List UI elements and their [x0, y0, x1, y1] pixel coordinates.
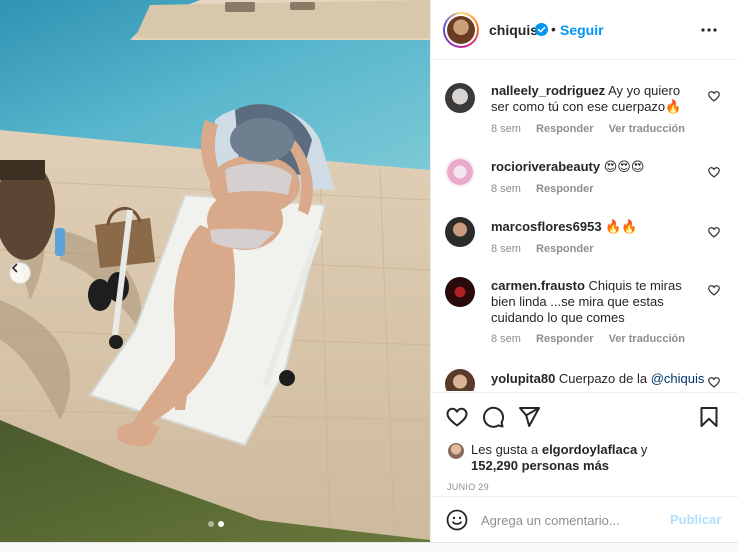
add-comment-bar: Publicar	[431, 496, 738, 542]
more-horizontal-icon[interactable]	[697, 18, 721, 42]
likes-user[interactable]: elgordoylaflaca	[542, 442, 637, 457]
reply-button[interactable]: Responder	[536, 243, 593, 255]
instagram-post-dialog: chiquis • Seguir nalleely_rodriguez Ay y…	[0, 0, 738, 552]
likes-section: Les gusta a elgordoylaflaca y 152,290 pe…	[431, 438, 738, 478]
likes-text: Les gusta a elgordoylaflaca y 152,290 pe…	[471, 442, 711, 474]
comment-meta: 8 sem Responder	[491, 243, 606, 255]
comment-mention[interactable]: @chiquis	[651, 371, 705, 386]
comment-username[interactable]: nalleely_rodriguez	[491, 83, 605, 98]
comment-avatar[interactable]	[445, 83, 475, 113]
comment-body: Cuerpazo de la	[558, 371, 648, 386]
comments-list[interactable]: nalleely_rodriguez Ay yo quiero ser como…	[431, 61, 738, 391]
comment-text: rocioriverabeauty 😍😍😍	[491, 159, 701, 175]
reply-button[interactable]: Responder	[536, 123, 593, 135]
translate-button[interactable]: Ver traducción	[609, 333, 685, 345]
carousel-dots	[208, 521, 224, 527]
comment-time: 8 sem	[491, 333, 521, 345]
author-username[interactable]: chiquis	[489, 22, 538, 38]
comment-avatar[interactable]	[445, 369, 475, 391]
page-bottom-edge	[0, 542, 738, 552]
comment-text: nalleely_rodriguez Ay yo quiero ser como…	[491, 83, 701, 115]
comment-time: 8 sem	[491, 183, 521, 195]
heart-icon[interactable]	[445, 405, 469, 429]
comment-icon[interactable]	[481, 405, 505, 429]
author-avatar[interactable]	[443, 12, 479, 48]
comment-body: 🔥🔥	[605, 219, 638, 234]
heart-outline-icon[interactable]	[707, 375, 721, 389]
pool-scene-image	[0, 0, 430, 552]
comment-body: 😍😍😍	[603, 159, 645, 174]
post-date[interactable]: JUNIO 29	[447, 482, 489, 492]
send-icon[interactable]	[517, 405, 541, 429]
chevron-left-icon	[11, 263, 18, 273]
reply-button[interactable]: Responder	[536, 333, 593, 345]
emoji-smile-icon[interactable]	[445, 508, 469, 532]
comment-username[interactable]: yolupita80	[491, 371, 555, 386]
comment-meta: 8 sem Responder Ver traducción	[491, 123, 697, 135]
comment-username[interactable]: marcosflores6953	[491, 219, 602, 234]
comment-avatar[interactable]	[445, 217, 475, 247]
comment-meta: 8 sem Responder	[491, 183, 606, 195]
bookmark-icon[interactable]	[697, 405, 721, 429]
comment-username[interactable]: rocioriverabeauty	[491, 159, 600, 174]
post-actions-bar	[431, 392, 738, 438]
post-header: chiquis • Seguir	[431, 0, 738, 60]
comment-avatar[interactable]	[445, 277, 475, 307]
likes-prefix: Les gusta a	[471, 442, 539, 457]
header-separator: •	[551, 21, 556, 37]
verified-badge-icon	[535, 23, 548, 36]
heart-outline-icon[interactable]	[707, 225, 721, 239]
comment-username[interactable]: carmen.frausto	[491, 278, 585, 293]
comment-text: carmen.frausto Chiquis te miras bien lin…	[491, 278, 701, 326]
comment-input[interactable]	[481, 509, 661, 531]
carousel-dot-active	[218, 521, 224, 527]
reply-button[interactable]: Responder	[536, 183, 593, 195]
follow-button[interactable]: Seguir	[560, 22, 604, 38]
heart-outline-icon[interactable]	[707, 89, 721, 103]
heart-outline-icon[interactable]	[707, 165, 721, 179]
comment-meta: 8 sem Responder Ver traducción	[491, 333, 697, 345]
likes-avatar[interactable]	[447, 442, 465, 460]
carousel-prev-button[interactable]	[9, 262, 31, 284]
heart-outline-icon[interactable]	[707, 283, 721, 297]
carousel-dot	[208, 521, 214, 527]
likes-count[interactable]: 152,290 personas más	[471, 458, 609, 473]
comment-text: yolupita80 Cuerpazo de la @chiquis	[491, 371, 705, 387]
post-photo[interactable]	[0, 0, 430, 552]
likes-joiner: y	[640, 442, 648, 457]
comment-text: marcosflores6953 🔥🔥	[491, 219, 701, 235]
translate-button[interactable]: Ver traducción	[609, 123, 685, 135]
comment-time: 8 sem	[491, 243, 521, 255]
post-comment-button[interactable]: Publicar	[670, 512, 721, 527]
comment-avatar[interactable]	[445, 157, 475, 187]
comment-time: 8 sem	[491, 123, 521, 135]
post-side-panel: chiquis • Seguir nalleely_rodriguez Ay y…	[430, 0, 738, 552]
